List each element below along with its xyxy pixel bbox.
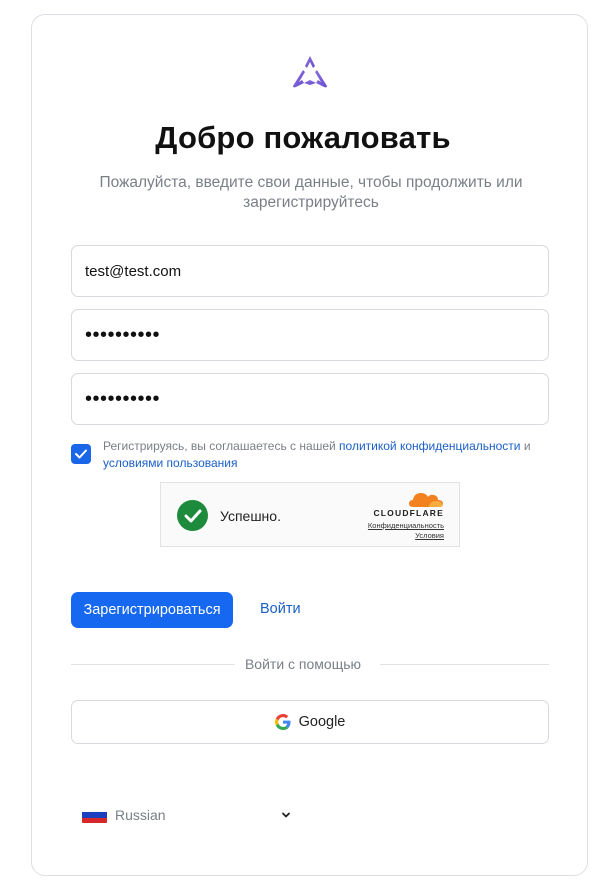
consent-text-before: Регистрируясь, вы соглашаетесь с нашей [103, 439, 340, 453]
russia-flag-icon [82, 807, 107, 823]
success-check-icon [177, 500, 208, 531]
privacy-policy-link[interactable]: политикой конфиденциальности [339, 439, 520, 453]
social-divider-text: Войти с помощью [234, 656, 372, 672]
language-label: Russian [115, 807, 166, 823]
language-select[interactable]: Russian [82, 803, 297, 827]
divider-text-wrap: Войти с помощью [0, 656, 606, 672]
chevron-down-icon [282, 812, 290, 818]
consent-text: Регистрируясь, вы соглашаетесь с нашей п… [103, 438, 543, 471]
google-login-button[interactable]: Google [71, 700, 549, 744]
google-icon [274, 714, 291, 730]
login-link[interactable]: Войти [260, 601, 301, 617]
triangle-logo-icon [293, 56, 327, 88]
cloudflare-cloud-icon [409, 493, 443, 507]
password-field[interactable] [71, 309, 549, 361]
page-subtitle: Пожалуйста, введите свои данные, чтобы п… [99, 174, 523, 211]
consent-text-and: и [520, 439, 531, 453]
email-field[interactable] [71, 245, 549, 297]
consent-checkbox[interactable] [71, 444, 91, 464]
cloudflare-captcha[interactable]: Успешно. CLOUDFLARE Конфиденциальность У… [160, 482, 460, 547]
register-button[interactable]: Зарегистрироваться [71, 592, 233, 628]
captcha-status: Успешно. [220, 508, 281, 524]
page-title: Добро пожаловать [155, 120, 451, 155]
captcha-privacy-link[interactable]: Конфиденциальность [368, 521, 444, 530]
check-icon [75, 449, 87, 459]
confirm-password-field[interactable] [71, 373, 549, 425]
captcha-terms-link[interactable]: Условия [415, 531, 444, 540]
terms-of-use-link[interactable]: условиями пользования [103, 456, 237, 470]
cloudflare-brand: CLOUDFLARE [373, 508, 444, 518]
google-button-label: Google [298, 714, 346, 730]
